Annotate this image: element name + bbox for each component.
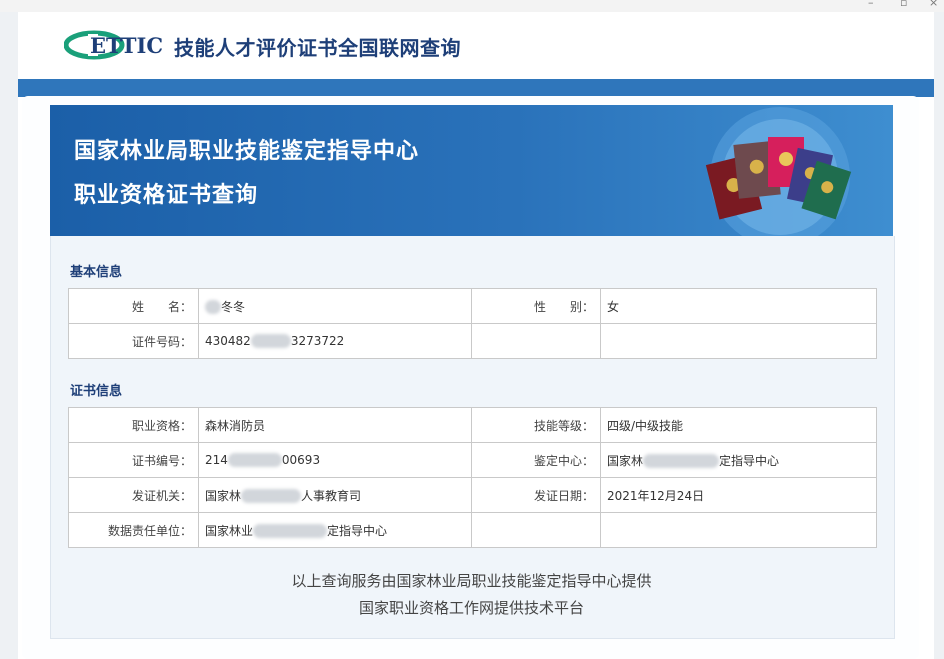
redacted-mask xyxy=(227,453,282,468)
maximize-icon[interactable]: ▫ xyxy=(900,0,907,9)
table-row: 证件号码： 430482 3273722 xyxy=(68,323,877,359)
service-provider-note: 以上查询服务由国家林业局职业技能鉴定指导中心提供 xyxy=(291,572,652,590)
close-icon[interactable]: × xyxy=(929,0,938,9)
id-number-label: 证件号码： xyxy=(68,323,199,359)
svg-text:ETTIC: ETTIC xyxy=(90,33,163,58)
empty-cell xyxy=(600,323,877,359)
issue-date-label: 发证日期： xyxy=(471,477,601,513)
resp-prefix: 国家林业 xyxy=(205,523,254,538)
certificate-number-value: 214 00693 xyxy=(198,442,472,478)
name-visible-part: 冬冬 xyxy=(221,299,246,314)
center-suffix: 定指导中心 xyxy=(719,453,780,468)
site-title: 技能人才评价证书全国联网查询 xyxy=(174,36,461,60)
skill-level-value: 四级/中级技能 xyxy=(600,407,877,443)
appraisal-center-value: 国家林 定指导中心 xyxy=(600,442,877,478)
redacted-mask xyxy=(250,334,291,349)
banner-org-title: 国家林业局职业技能鉴定指导中心 xyxy=(74,139,420,164)
certificate-number-label: 证书编号： xyxy=(68,442,199,478)
gender-label: 性 别： xyxy=(471,288,601,324)
query-banner: 国家林业局职业技能鉴定指导中心 职业资格证书查询 xyxy=(50,105,893,236)
issuing-authority-value: 国家林 人事教育司 xyxy=(198,477,472,513)
id-prefix: 430482 xyxy=(205,333,251,348)
issuing-authority-label: 发证机关： xyxy=(68,477,199,513)
name-label: 姓 名： xyxy=(68,288,199,324)
data-responsible-unit-label: 数据责任单位： xyxy=(68,512,199,548)
cert-no-prefix: 214 xyxy=(205,452,228,467)
table-row: 姓 名： 冬冬 性 别： 女 xyxy=(68,288,877,324)
ettic-logo: ETTIC xyxy=(64,30,163,60)
certificates-illustration xyxy=(705,107,852,236)
platform-provider-note: 国家职业资格工作网提供技术平台 xyxy=(358,599,584,617)
basic-info-heading: 基本信息 xyxy=(70,265,123,280)
resp-suffix: 定指导中心 xyxy=(327,523,388,538)
minimize-icon[interactable]: – xyxy=(868,0,874,9)
redacted-mask xyxy=(241,489,302,503)
gender-value: 女 xyxy=(600,288,877,324)
center-prefix: 国家林 xyxy=(607,453,644,468)
table-row: 证书编号： 214 00693 鉴定中心： 国家林 定指导中心 xyxy=(68,442,877,478)
name-value: 冬冬 xyxy=(198,288,472,324)
issuer-prefix: 国家林 xyxy=(205,488,242,503)
redacted-mask xyxy=(253,524,328,538)
skill-level-label: 技能等级： xyxy=(471,407,601,443)
id-number-value: 430482 3273722 xyxy=(198,323,472,359)
redacted-mask xyxy=(643,454,720,468)
data-responsible-unit-value: 国家林业 定指导中心 xyxy=(198,512,472,548)
appraisal-center-label: 鉴定中心： xyxy=(471,442,601,478)
empty-cell xyxy=(471,512,601,548)
qualification-label: 职业资格： xyxy=(68,407,199,443)
issuer-suffix: 人事教育司 xyxy=(301,488,362,503)
redacted-mask xyxy=(205,300,221,314)
id-suffix: 3273722 xyxy=(290,333,345,348)
table-row: 数据责任单位： 国家林业 定指导中心 xyxy=(68,512,877,548)
header-blue-bar xyxy=(18,79,934,97)
issue-date-value: 2021年12月24日 xyxy=(600,477,877,513)
banner-subtitle: 职业资格证书查询 xyxy=(74,183,259,208)
qualification-value: 森林消防员 xyxy=(198,407,472,443)
empty-cell xyxy=(600,512,877,548)
table-row: 职业资格： 森林消防员 技能等级： 四级/中级技能 xyxy=(68,407,877,443)
window-titlebar: – ▫ × xyxy=(0,0,944,12)
site-header: ETTIC 技能人才评价证书全国联网查询 xyxy=(18,12,934,79)
empty-cell xyxy=(471,323,601,359)
basic-info-table: 姓 名： 冬冬 性 别： 女 证件号码： 430482 3273722 xyxy=(68,288,877,359)
table-row: 发证机关： 国家林 人事教育司 发证日期： 2021年12月24日 xyxy=(68,477,877,513)
cert-no-suffix: 00693 xyxy=(281,452,321,467)
certificate-info-heading: 证书信息 xyxy=(70,384,123,399)
certificate-info-table: 职业资格： 森林消防员 技能等级： 四级/中级技能 证书编号： 214 00693… xyxy=(68,407,877,548)
